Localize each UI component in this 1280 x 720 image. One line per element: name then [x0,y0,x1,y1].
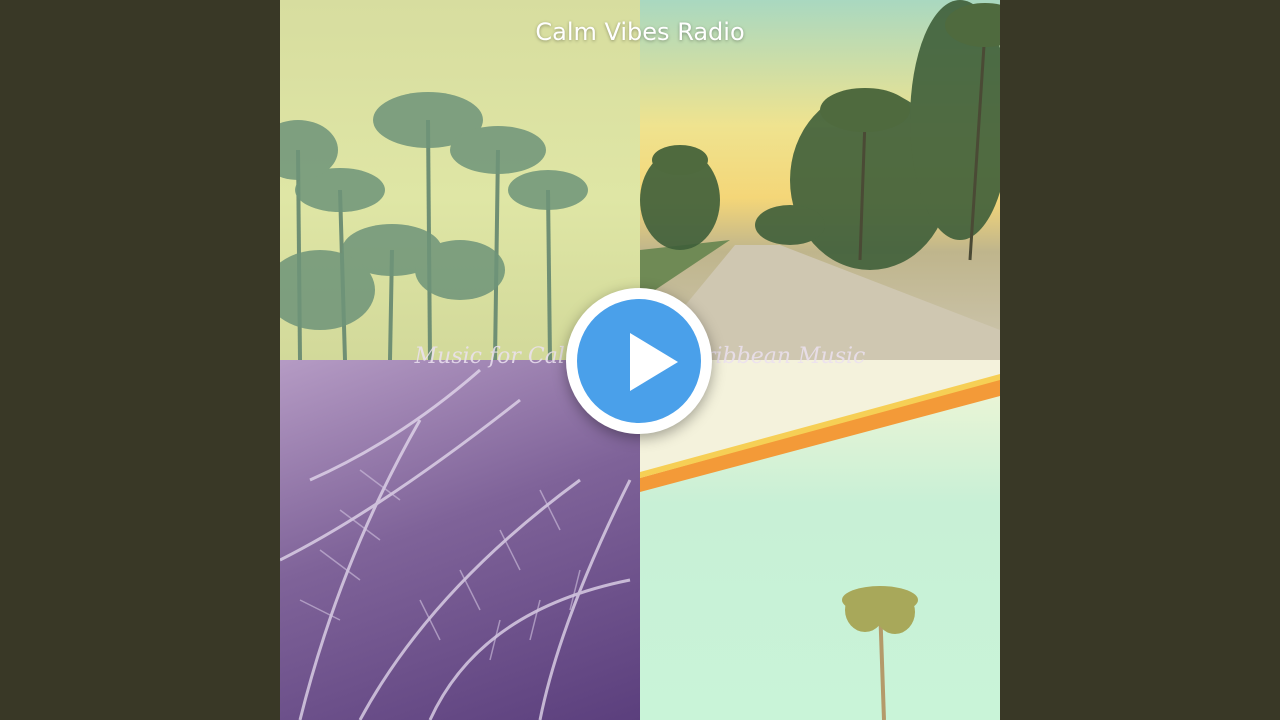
artwork-panel-road [640,0,1000,360]
single-palm-illustration [640,360,1000,720]
channel-title: Calm Vibes Radio [535,18,745,46]
play-button-circle [577,299,701,423]
artwork-panel-single-palm [640,360,1000,720]
palm-fronds-illustration [280,368,632,720]
play-icon [630,333,678,391]
artwork-panel-fronds [280,360,640,720]
play-button[interactable] [566,288,712,434]
palm-trees-illustration [280,92,588,360]
palm-road-illustration [640,0,1000,360]
artwork-panel-palms-sky [280,0,640,360]
